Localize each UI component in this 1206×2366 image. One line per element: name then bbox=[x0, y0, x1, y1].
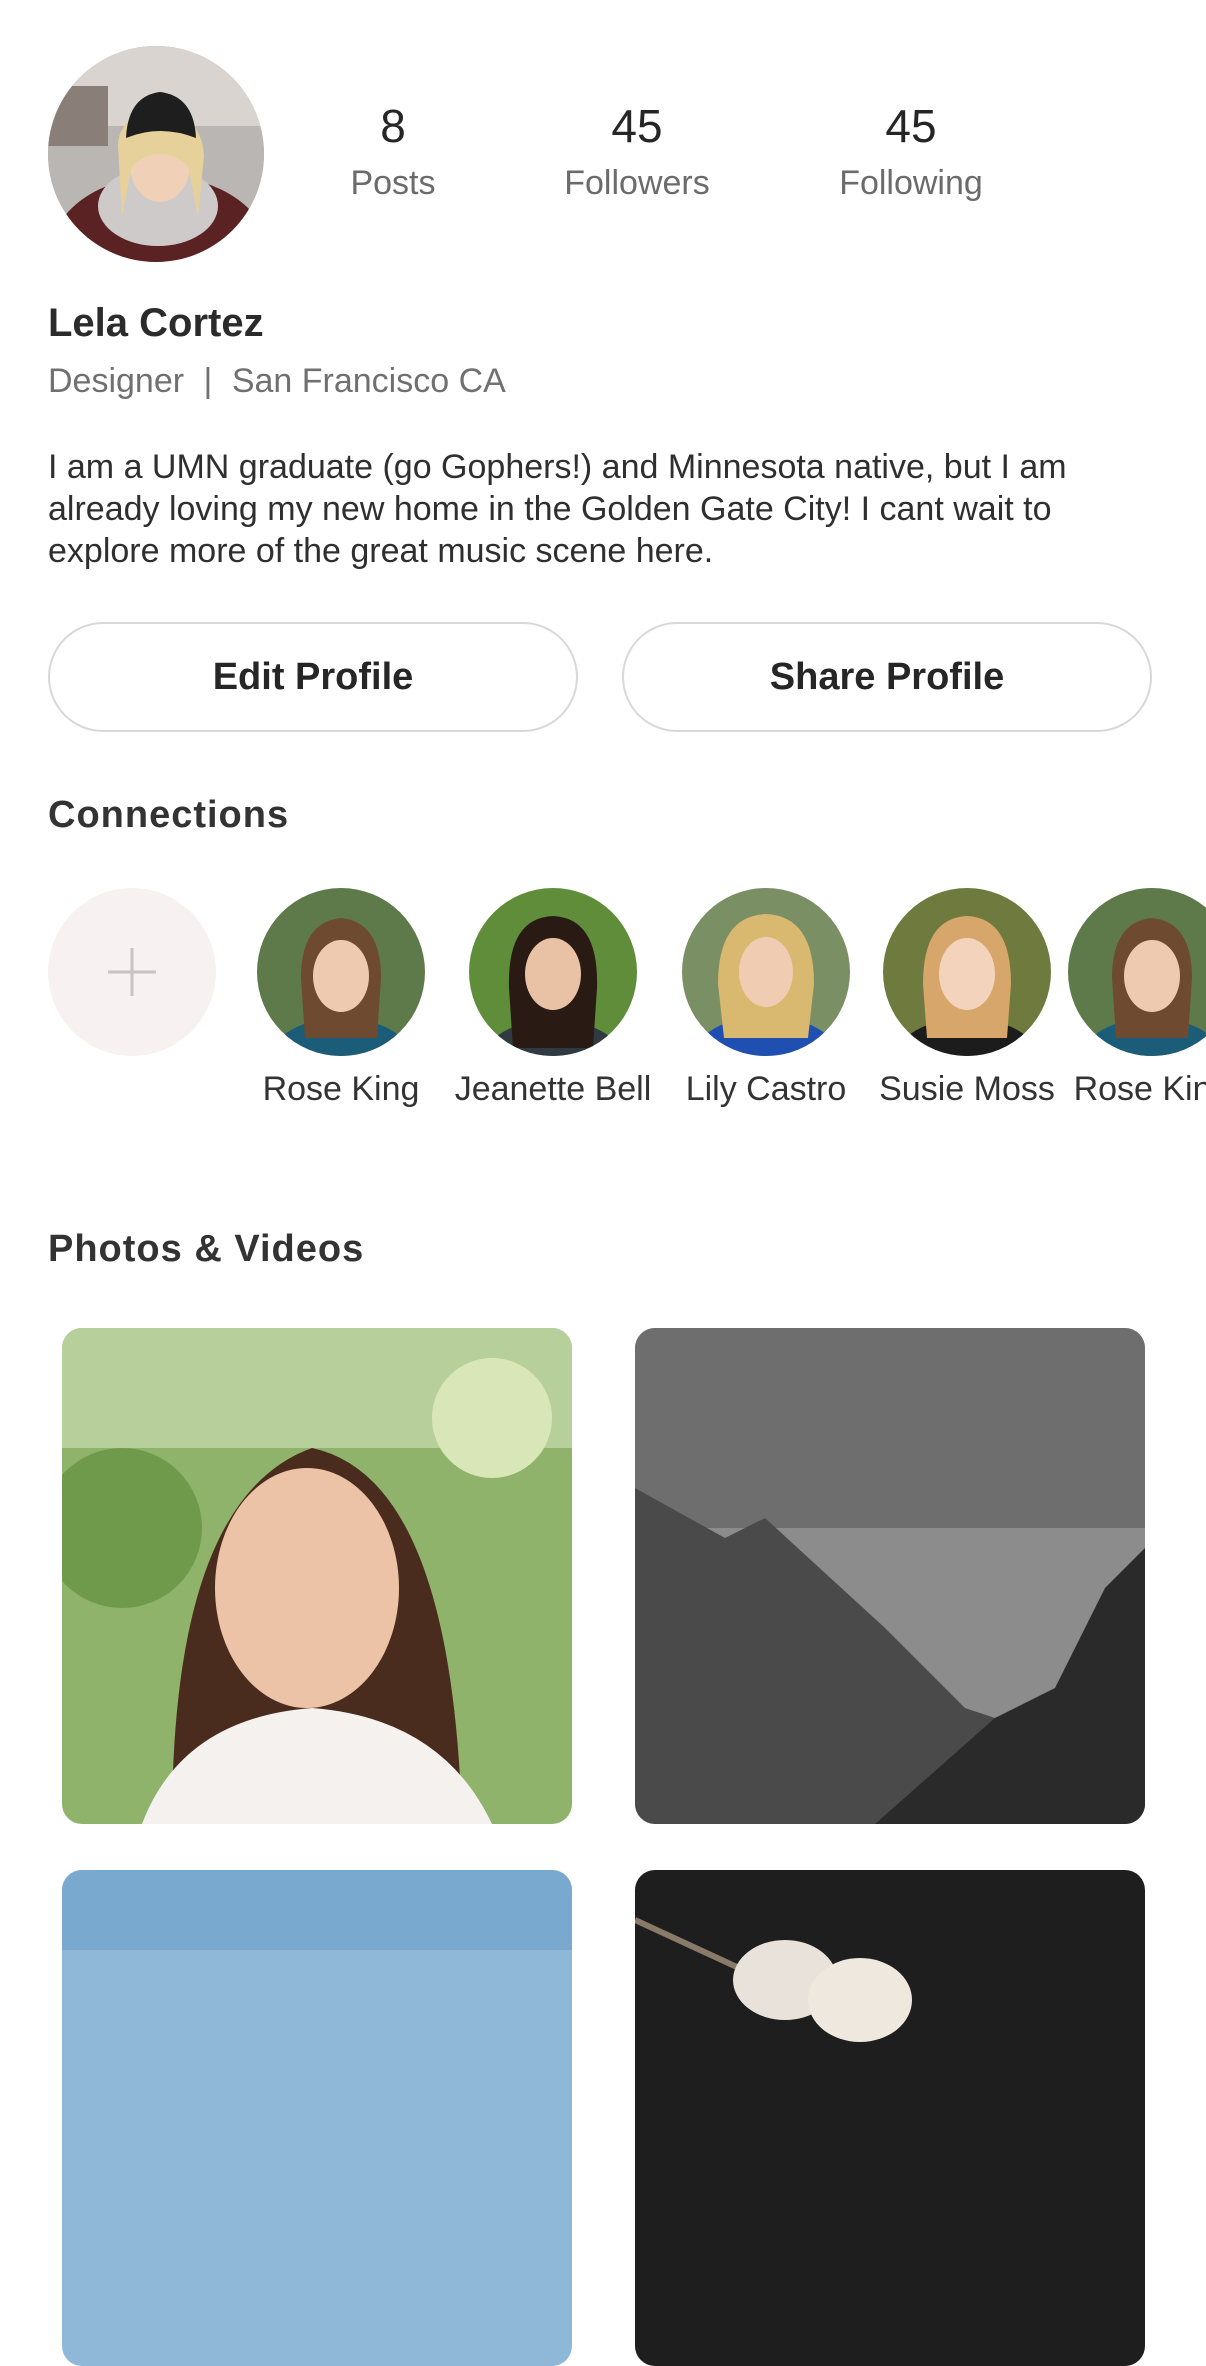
stat-followers[interactable]: 45 Followers bbox=[537, 96, 737, 210]
connection-avatar bbox=[682, 888, 850, 1056]
profile-bio: I am a UMN graduate (go Gophers!) and Mi… bbox=[48, 448, 1067, 570]
person-photo-icon bbox=[257, 888, 425, 1056]
stat-following[interactable]: 45 Following bbox=[811, 96, 1011, 210]
connection-avatar bbox=[257, 888, 425, 1056]
stat-posts[interactable]: 8 Posts bbox=[293, 96, 493, 210]
connection-item[interactable]: Rose King bbox=[1047, 888, 1206, 1112]
mountains-photo-icon bbox=[635, 1328, 1145, 1824]
media-tile[interactable] bbox=[62, 1870, 572, 2366]
photos-videos-title: Photos & Videos bbox=[48, 1228, 365, 1270]
connection-name: Lily Castro bbox=[685, 1070, 847, 1108]
person-photo-icon bbox=[682, 888, 850, 1056]
user-avatar-photo-icon bbox=[48, 46, 264, 262]
connection-name: Rose King bbox=[262, 1070, 420, 1108]
connection-item[interactable]: Susie Moss bbox=[862, 888, 1072, 1112]
following-count: 45 bbox=[885, 100, 937, 152]
share-profile-button[interactable]: Share Profile bbox=[622, 622, 1152, 732]
connection-name: Rose King bbox=[1073, 1070, 1206, 1108]
followers-label: Followers bbox=[564, 164, 710, 202]
connection-item[interactable]: Lily Castro bbox=[661, 888, 871, 1112]
sky-photo-icon bbox=[62, 1870, 572, 2366]
connection-avatar bbox=[469, 888, 637, 1056]
following-label: Following bbox=[839, 164, 983, 202]
media-tile[interactable] bbox=[635, 1870, 1145, 2366]
person-photo-icon bbox=[469, 888, 637, 1056]
marshmallow-photo-icon bbox=[635, 1870, 1145, 2366]
edit-profile-button[interactable]: Edit Profile bbox=[48, 622, 578, 732]
followers-count: 45 bbox=[611, 100, 663, 152]
profile-location: San Francisco CA bbox=[231, 362, 506, 400]
connection-name: Susie Moss bbox=[879, 1070, 1055, 1108]
plus-icon bbox=[108, 948, 156, 996]
connection-name: Jeanette Bell bbox=[454, 1070, 652, 1108]
media-tile[interactable] bbox=[62, 1328, 572, 1824]
connection-avatar bbox=[883, 888, 1051, 1056]
subtitle-separator: | bbox=[203, 362, 213, 400]
connection-item[interactable]: Rose King bbox=[236, 888, 446, 1112]
connection-avatar bbox=[1068, 888, 1206, 1056]
profile-role: Designer bbox=[48, 362, 185, 400]
profile-subtitle: Designer | San Francisco CA bbox=[48, 358, 506, 404]
posts-count: 8 bbox=[380, 100, 406, 152]
add-connection-button[interactable] bbox=[48, 888, 216, 1056]
portrait-photo-icon bbox=[62, 1328, 572, 1824]
connection-item[interactable]: Jeanette Bell bbox=[448, 888, 658, 1112]
person-photo-icon bbox=[1068, 888, 1206, 1056]
connections-title: Connections bbox=[48, 794, 290, 836]
profile-avatar[interactable] bbox=[48, 46, 264, 262]
posts-label: Posts bbox=[350, 164, 436, 202]
person-photo-icon bbox=[883, 888, 1051, 1056]
media-tile[interactable] bbox=[635, 1328, 1145, 1824]
profile-name: Lela Cortez bbox=[48, 301, 264, 345]
